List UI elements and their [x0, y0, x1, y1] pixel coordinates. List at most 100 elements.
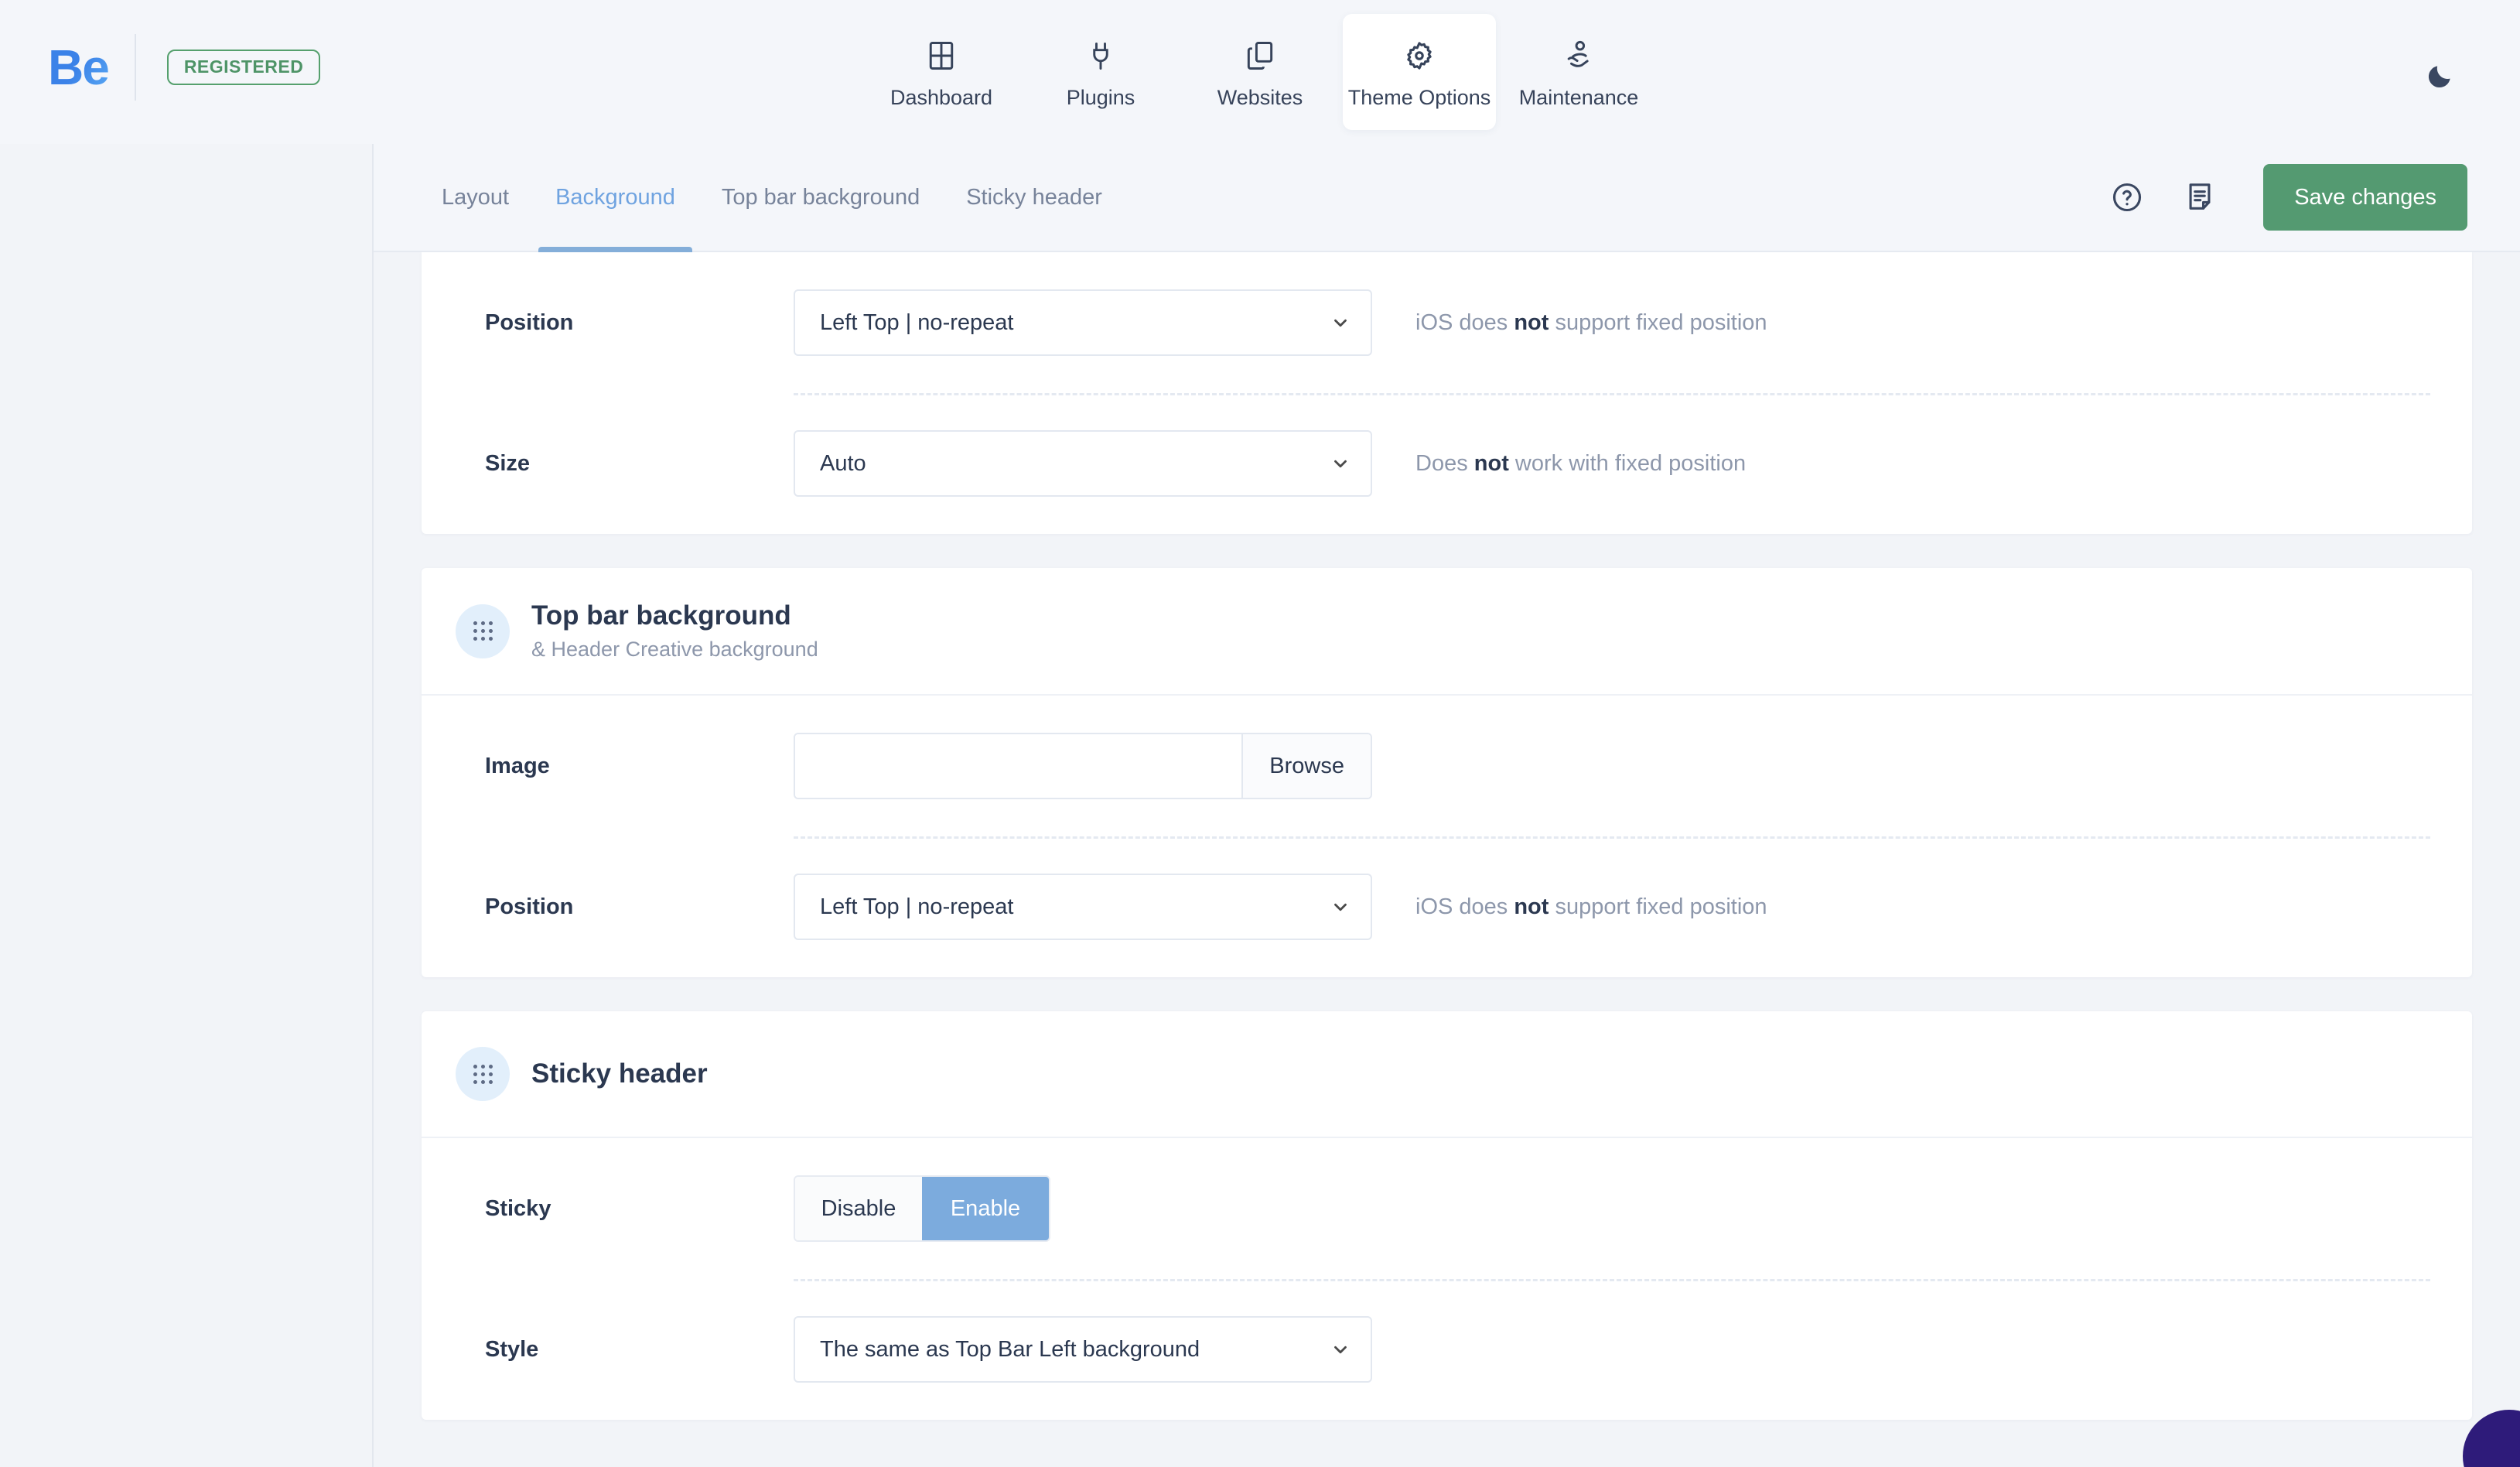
field-position-top-bar: Left Top | no-repeat iOS does not suppor… [794, 874, 1767, 941]
row-position-background: Position Left Top | no-repeat iOS does n… [456, 252, 2438, 393]
top-bar-background-titles: Top bar background & Header Creative bac… [531, 600, 818, 662]
sticky-header-titles: Sticky header [531, 1058, 708, 1089]
image-file-field: Browse [794, 733, 1372, 800]
top-bar-background-rows: Image Browse Position Left Top | no-repe… [422, 696, 2472, 977]
style-select-value: The same as Top Bar Left background [820, 1336, 1200, 1362]
moon-icon[interactable] [2419, 54, 2463, 97]
hint-tb-after: support fixed position [1549, 894, 1767, 919]
brand: Be REGISTERED [48, 34, 321, 101]
sticky-header-header: Sticky header [422, 1011, 2472, 1139]
hint-position-bold: not [1514, 309, 1549, 335]
position-select-value: Left Top | no-repeat [820, 309, 1014, 335]
chevron-down-icon [1330, 897, 1350, 917]
top-bar-background-card: Top bar background & Header Creative bac… [422, 568, 2472, 978]
label-sticky: Sticky [485, 1195, 551, 1221]
tab-sticky-header[interactable]: Sticky header [943, 144, 1125, 251]
top-bar-position-value: Left Top | no-repeat [820, 894, 1014, 919]
field-style: The same as Top Bar Left background [794, 1316, 1372, 1383]
background-rows: Position Left Top | no-repeat iOS does n… [422, 252, 2472, 534]
hint-size-bold: not [1473, 450, 1509, 476]
plug-icon [1081, 36, 1120, 75]
label-style: Style [485, 1336, 539, 1362]
chevron-down-icon [1330, 313, 1350, 333]
drag-dots-icon[interactable] [456, 604, 510, 658]
brand-divider [134, 34, 136, 101]
tab-list: Layout Background Top bar background Sti… [425, 144, 1125, 252]
hint-position-before: iOS does [1415, 309, 1514, 335]
image-input[interactable] [795, 734, 1242, 798]
position-select[interactable]: Left Top | no-repeat [794, 289, 1372, 356]
gear-icon [1400, 36, 1439, 75]
chevron-down-icon [1330, 1339, 1350, 1359]
top-bar-background-header: Top bar background & Header Creative bac… [422, 568, 2472, 696]
note-icon[interactable] [2180, 177, 2220, 217]
hint-position-top-bar: iOS does not support fixed position [1415, 894, 1767, 920]
question-circle-icon[interactable] [2107, 177, 2147, 217]
hint-size-before: Does [1415, 450, 1474, 476]
sub-tabbar: Layout Background Top bar background Sti… [374, 144, 2520, 252]
section-title-top-bar-background: Top bar background [531, 600, 791, 631]
sticky-header-rows: Sticky Disable Enable Style The same as … [422, 1138, 2472, 1420]
field-sticky: Disable Enable [794, 1175, 1050, 1243]
left-gutter [0, 144, 374, 1467]
label-position: Position [485, 309, 574, 335]
nav-item-websites[interactable]: Websites [1183, 14, 1337, 130]
hint-position-after: support fixed position [1549, 309, 1767, 335]
row-image-top-bar: Image Browse [456, 696, 2438, 836]
section-subtitle-top-bar-background: & Header Creative background [531, 638, 818, 662]
section-title-sticky-header: Sticky header [531, 1058, 708, 1089]
top-bar-position-select[interactable]: Left Top | no-repeat [794, 874, 1372, 941]
browse-button[interactable]: Browse [1241, 734, 1371, 798]
field-size: Auto Does not work with fixed position [794, 430, 1746, 497]
background-settings-card: Position Left Top | no-repeat iOS does n… [422, 252, 2472, 534]
field-image: Browse [794, 733, 1372, 800]
drag-dots-icon[interactable] [456, 1047, 510, 1102]
label-position-top-bar: Position [485, 894, 574, 919]
content-column: Layout Background Top bar background Sti… [374, 144, 2520, 1467]
settings-scroll-area[interactable]: Position Left Top | no-repeat iOS does n… [374, 252, 2520, 1467]
hint-size: Does not work with fixed position [1415, 451, 1746, 477]
nav-label-websites: Websites [1217, 85, 1303, 109]
nav-item-dashboard[interactable]: Dashboard [865, 14, 1018, 130]
main-nav: Dashboard Plugins Websites Theme Options… [862, 0, 1658, 144]
nav-label-theme-options: Theme Options [1347, 85, 1491, 109]
tab-top-bar-background[interactable]: Top bar background [698, 144, 943, 251]
sticky-toggle-group: Disable Enable [794, 1175, 1050, 1243]
tab-background[interactable]: Background [532, 144, 698, 252]
tab-layout[interactable]: Layout [425, 144, 532, 251]
sticky-toggle-enable[interactable]: Enable [922, 1177, 1049, 1241]
hand-user-icon [1559, 36, 1598, 75]
sticky-toggle-disable[interactable]: Disable [795, 1177, 922, 1241]
style-select[interactable]: The same as Top Bar Left background [794, 1316, 1372, 1383]
be-logo: Be [48, 43, 116, 92]
row-sticky: Sticky Disable Enable [456, 1138, 2438, 1279]
nav-label-plugins: Plugins [1066, 85, 1135, 109]
app-header: Be REGISTERED Dashboard Plugins Websites… [0, 0, 2520, 144]
hint-size-after: work with fixed position [1508, 450, 1747, 476]
hint-tb-before: iOS does [1415, 894, 1514, 919]
size-select-value: Auto [820, 450, 866, 476]
row-position-top-bar: Position Left Top | no-repeat iOS does n… [456, 836, 2438, 977]
nav-item-theme-options[interactable]: Theme Options [1343, 14, 1496, 130]
screens-icon [1241, 36, 1279, 75]
body-layout: Layout Background Top bar background Sti… [0, 144, 2520, 1467]
save-changes-button[interactable]: Save changes [2263, 164, 2467, 231]
row-size-background: Size Auto Does not work with fixed posit… [456, 393, 2438, 534]
drag-dots-glyph [473, 1064, 493, 1084]
nav-item-maintenance[interactable]: Maintenance [1502, 14, 1655, 130]
hint-position: iOS does not support fixed position [1415, 310, 1767, 336]
size-select[interactable]: Auto [794, 430, 1372, 497]
drag-dots-glyph [473, 621, 493, 641]
hint-tb-bold: not [1514, 894, 1549, 919]
nav-label-dashboard: Dashboard [890, 85, 993, 109]
label-image: Image [485, 753, 550, 778]
grid-icon [922, 36, 961, 75]
sticky-header-card: Sticky header Sticky Disable Enable Styl… [422, 1011, 2472, 1421]
tabbar-actions: Save changes [2107, 164, 2467, 231]
row-style: Style The same as Top Bar Left backgroun… [456, 1279, 2438, 1420]
field-position: Left Top | no-repeat iOS does not suppor… [794, 289, 1767, 356]
nav-label-maintenance: Maintenance [1518, 85, 1639, 109]
label-size: Size [485, 450, 531, 476]
nav-item-plugins[interactable]: Plugins [1024, 14, 1177, 130]
registered-badge: REGISTERED [166, 50, 321, 85]
